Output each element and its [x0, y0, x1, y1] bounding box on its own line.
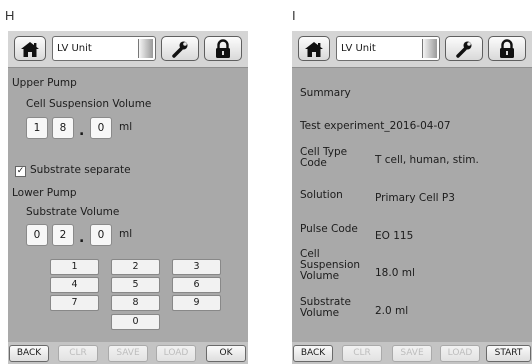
home-button[interactable]: [14, 36, 46, 61]
lower-pump-heading: Lower Pump: [12, 187, 77, 199]
home-icon: [20, 40, 40, 58]
top-bar: LV Unit: [8, 31, 248, 68]
home-icon: [304, 40, 324, 58]
substrate-volume-value: 2.0 ml: [375, 305, 409, 317]
ok-button[interactable]: OK: [206, 345, 246, 362]
upper-volume-digit-2[interactable]: 8: [52, 117, 74, 139]
wrench-icon: [454, 40, 474, 58]
lock-icon: [214, 38, 232, 59]
upper-volume-unit: ml: [119, 121, 133, 133]
cell-type-code-label: Cell Type Code: [300, 147, 347, 169]
solution-label: Solution: [300, 189, 343, 201]
upper-pump-heading: Upper Pump: [12, 77, 77, 89]
experiment-name: Test experiment_2016-04-07: [300, 120, 451, 132]
lock-icon: [498, 38, 516, 59]
unit-selector[interactable]: LV Unit: [336, 36, 440, 61]
save-button[interactable]: SAVE: [392, 345, 432, 362]
summary-heading: Summary: [300, 87, 351, 99]
solution-value: Primary Cell P3: [375, 192, 455, 204]
substrate-separate-label: Substrate separate: [30, 164, 131, 176]
pulse-code-label: Pulse Code: [300, 223, 358, 235]
label-line: Volume: [300, 307, 340, 319]
keypad-key-2[interactable]: 2: [111, 259, 160, 275]
settings-button[interactable]: [445, 36, 483, 61]
keypad-key-8[interactable]: 8: [111, 295, 160, 311]
save-button[interactable]: SAVE: [108, 345, 148, 362]
cell-type-code-value: T cell, human, stim.: [375, 154, 479, 166]
dropdown-knob-icon[interactable]: [422, 39, 437, 58]
cell-suspension-volume-value: 18.0 ml: [375, 267, 415, 279]
start-button[interactable]: START: [486, 345, 531, 362]
lower-volume-digit-1[interactable]: 0: [26, 224, 48, 246]
back-button[interactable]: BACK: [9, 345, 49, 362]
unit-name: LV Unit: [57, 43, 92, 54]
top-bar: LV Unit: [292, 31, 532, 68]
keypad-key-7[interactable]: 7: [50, 295, 99, 311]
label-line: Code: [300, 157, 327, 169]
bottom-bar: BACK CLR SAVE LOAD START: [292, 342, 532, 364]
lower-volume-unit: ml: [119, 228, 133, 240]
lower-volume-digit-3[interactable]: 0: [90, 224, 112, 246]
decimal-separator: .: [79, 123, 85, 139]
load-button[interactable]: LOAD: [440, 345, 480, 362]
label-line: Volume: [300, 270, 340, 282]
keypad-key-1[interactable]: 1: [50, 259, 99, 275]
unit-selector[interactable]: LV Unit: [52, 36, 156, 61]
bottom-bar: BACK CLR SAVE LOAD OK: [8, 342, 248, 364]
clear-button[interactable]: CLR: [58, 345, 98, 362]
keypad-key-4[interactable]: 4: [50, 277, 99, 293]
keypad-key-5[interactable]: 5: [111, 277, 160, 293]
lock-button[interactable]: [204, 36, 242, 61]
load-button[interactable]: LOAD: [156, 345, 196, 362]
wrench-icon: [170, 40, 190, 58]
upper-volume-digit-1[interactable]: 1: [26, 117, 48, 139]
cell-suspension-volume-label: Cell Suspension Volume: [300, 249, 360, 282]
device-screen-right: LV Unit Summary Test experiment_2016-04-…: [292, 31, 532, 364]
back-button[interactable]: BACK: [293, 345, 333, 362]
keypad-key-6[interactable]: 6: [172, 277, 221, 293]
panel-letter-i: I: [292, 8, 296, 23]
lower-volume-digit-2[interactable]: 2: [52, 224, 74, 246]
home-button[interactable]: [298, 36, 330, 61]
pulse-code-value: EO 115: [375, 230, 414, 242]
substrate-volume-label: Substrate Volume: [26, 206, 120, 218]
upper-volume-digit-3[interactable]: 0: [90, 117, 112, 139]
keypad-key-0[interactable]: 0: [111, 314, 160, 330]
cell-suspension-volume-label: Cell Suspension Volume: [26, 98, 152, 110]
lock-button[interactable]: [488, 36, 526, 61]
settings-button[interactable]: [161, 36, 199, 61]
panel-letter-h: H: [5, 8, 15, 23]
unit-name: LV Unit: [341, 43, 376, 54]
dropdown-knob-icon[interactable]: [138, 39, 153, 58]
keypad-key-9[interactable]: 9: [172, 295, 221, 311]
substrate-separate-checkbox[interactable]: ✓: [15, 166, 26, 177]
decimal-separator: .: [79, 230, 85, 246]
keypad-key-3[interactable]: 3: [172, 259, 221, 275]
clear-button[interactable]: CLR: [342, 345, 382, 362]
substrate-volume-label: Substrate Volume: [300, 297, 351, 319]
device-screen-left: LV Unit Upper Pump Cell Suspension Volum…: [8, 31, 248, 364]
